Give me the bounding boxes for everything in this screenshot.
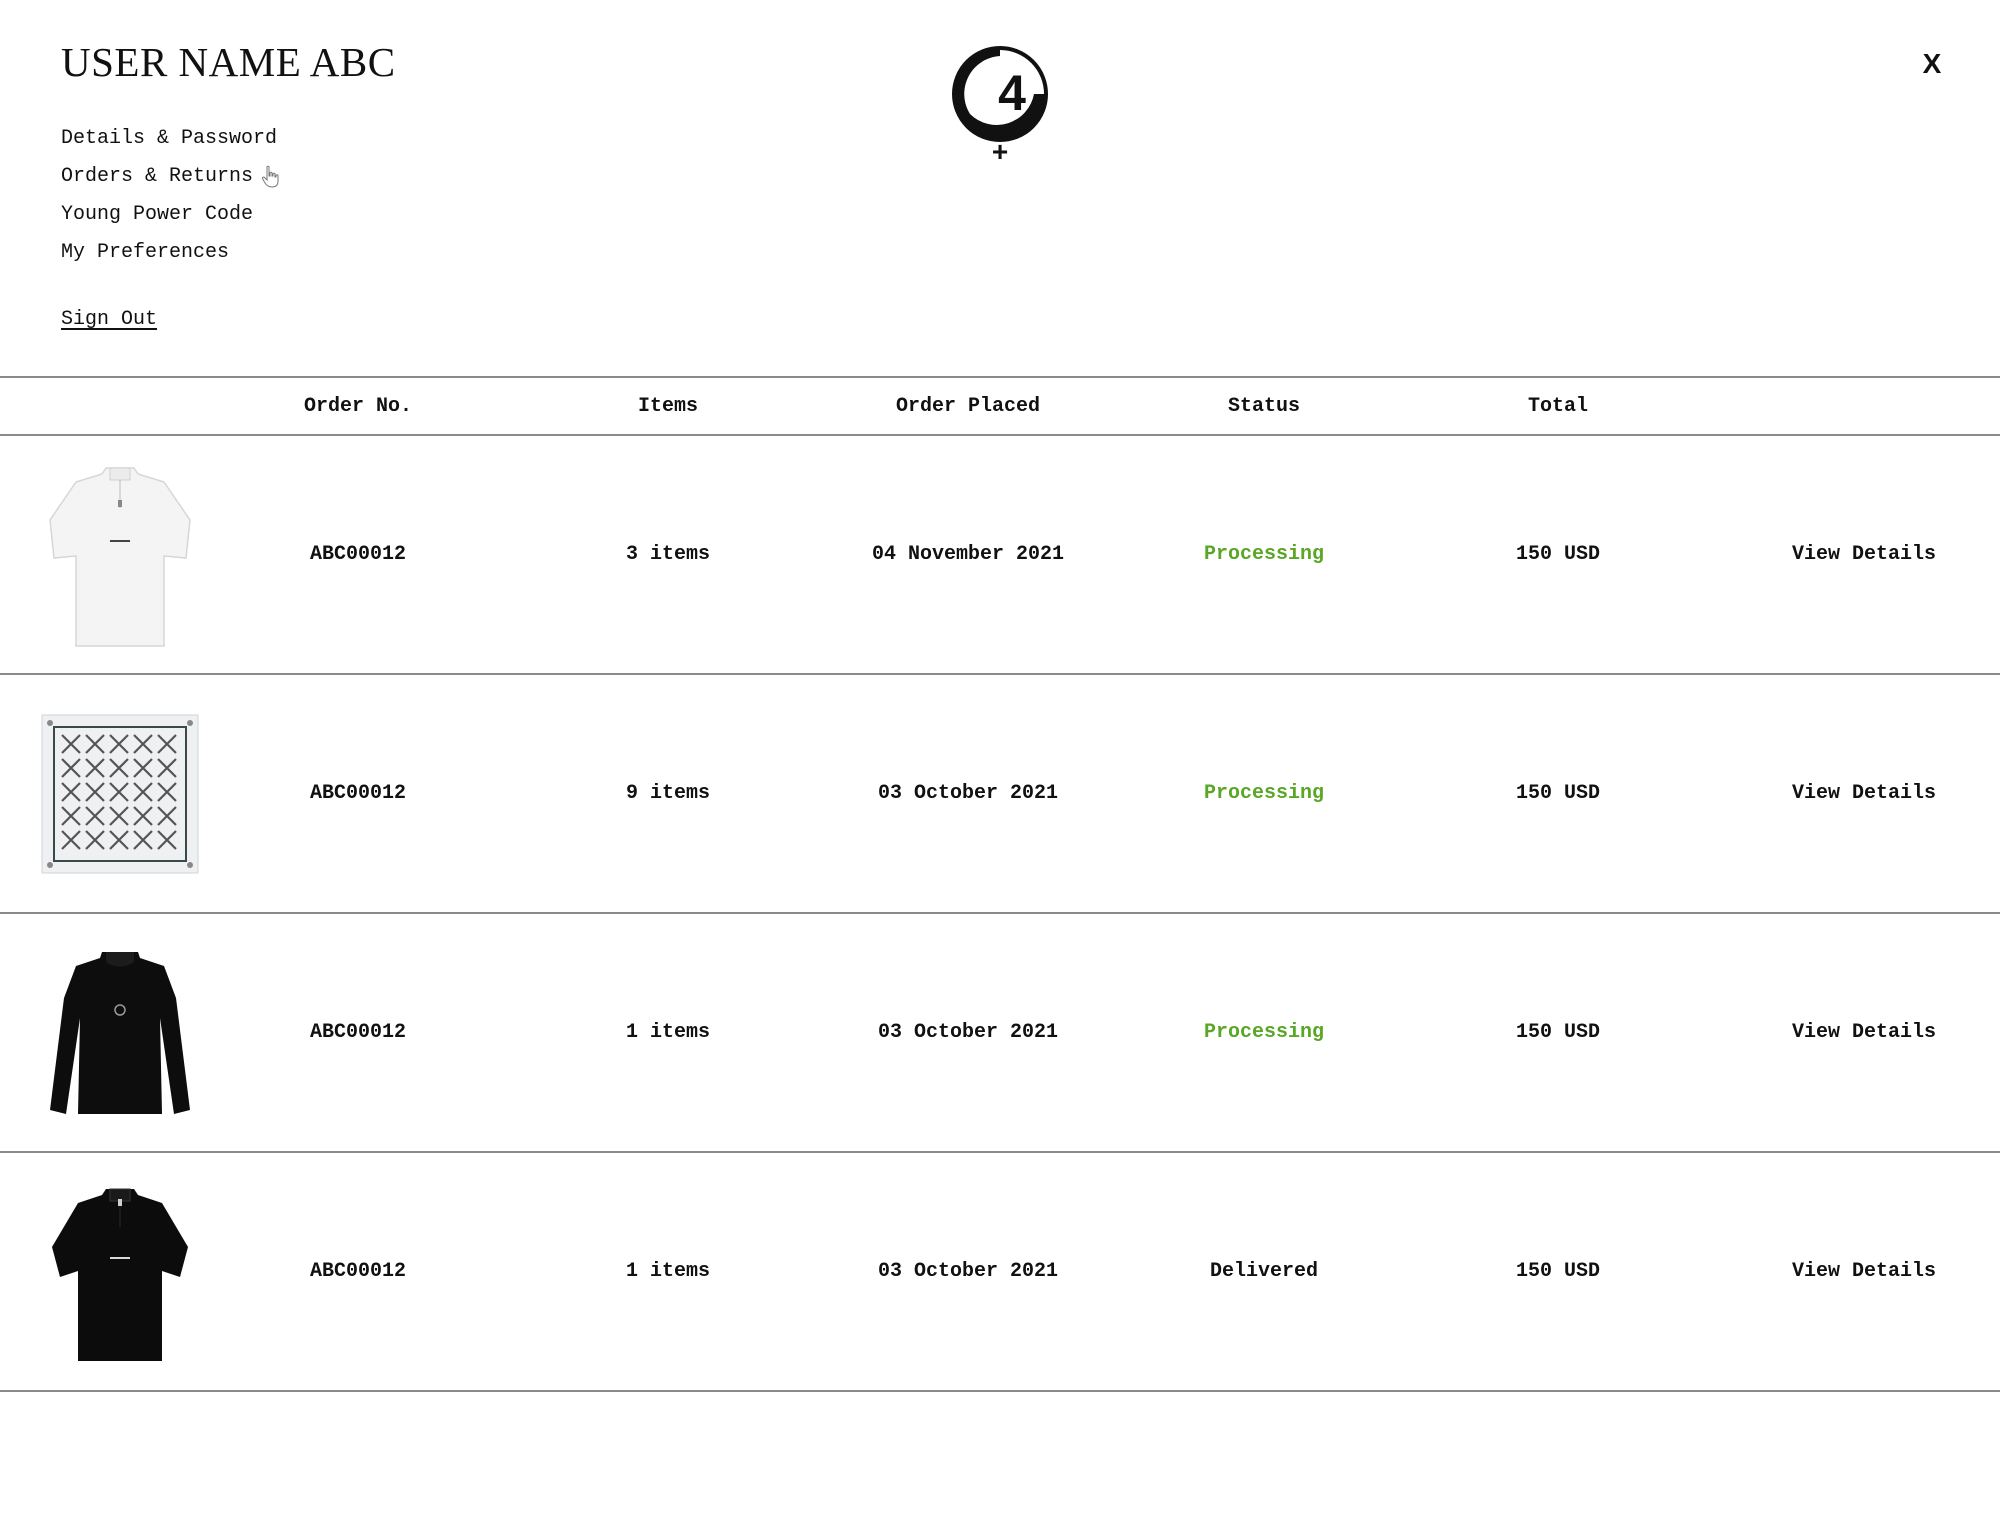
- view-details-link[interactable]: View Details: [1740, 436, 2000, 673]
- menu-item-young-power-code[interactable]: Young Power Code: [61, 196, 281, 234]
- order-total: 150 USD: [1515, 1021, 1600, 1044]
- order-placed-date: 04 November 2021: [871, 543, 1065, 566]
- product-thumbnail[interactable]: [40, 436, 200, 673]
- user-name-heading: USER NAME ABC: [61, 39, 396, 85]
- order-total: 150 USD: [1515, 1260, 1600, 1283]
- order-status: Delivered: [1209, 1260, 1319, 1283]
- header-order-placed: Order Placed: [895, 394, 1041, 418]
- sign-out-link[interactable]: Sign Out: [61, 308, 157, 331]
- logo-plus: +: [992, 136, 1008, 166]
- order-number: ABC00012: [309, 1021, 406, 1044]
- patterned-scarf-image: [41, 714, 199, 873]
- table-row: ABC00012 1 items 03 October 2021 Process…: [0, 914, 2000, 1153]
- order-total: 150 USD: [1515, 543, 1600, 566]
- product-thumbnail[interactable]: [40, 914, 200, 1151]
- orders-table: Order No. Items Order Placed Status Tota…: [0, 376, 2000, 1392]
- view-details-link[interactable]: View Details: [1740, 1153, 2000, 1390]
- view-details-link[interactable]: View Details: [1740, 914, 2000, 1151]
- view-details-link[interactable]: View Details: [1740, 675, 2000, 912]
- table-row: ABC00012 1 items 03 October 2021 Deliver…: [0, 1153, 2000, 1392]
- order-items-count: 9 items: [625, 782, 710, 805]
- brand-logo[interactable]: 4 +: [950, 44, 1050, 166]
- order-items-count: 1 items: [625, 1260, 710, 1283]
- product-thumbnail[interactable]: [40, 675, 200, 912]
- account-menu: Details & Password Orders & Returns Youn…: [61, 120, 281, 272]
- header-total: Total: [1527, 394, 1588, 418]
- table-row: ABC00012 3 items 04 November 2021 Proces…: [0, 436, 2000, 675]
- order-placed-date: 03 October 2021: [877, 782, 1059, 805]
- menu-item-orders-returns[interactable]: Orders & Returns: [61, 158, 281, 196]
- order-number: ABC00012: [309, 543, 406, 566]
- menu-item-orders-returns-label: Orders & Returns: [61, 165, 254, 188]
- table-row: ABC00012 9 items 03 October 2021 Process…: [0, 675, 2000, 914]
- header-status: Status: [1227, 394, 1300, 418]
- menu-item-my-preferences[interactable]: My Preferences: [61, 234, 281, 272]
- order-status: Processing: [1203, 1021, 1325, 1044]
- white-shirt-image: [49, 466, 191, 647]
- header-order-no: Order No.: [303, 394, 413, 418]
- menu-item-details-password[interactable]: Details & Password: [61, 120, 281, 158]
- hand-pointer-icon: [261, 165, 279, 188]
- order-number: ABC00012: [309, 1260, 406, 1283]
- black-shirt-image: [52, 1188, 188, 1361]
- black-longsleeve-image: [50, 951, 190, 1114]
- order-total: 150 USD: [1515, 782, 1600, 805]
- order-placed-date: 03 October 2021: [877, 1260, 1059, 1283]
- product-thumbnail[interactable]: [40, 1153, 200, 1390]
- logo-symbol: 4: [998, 65, 1026, 121]
- order-placed-date: 03 October 2021: [877, 1021, 1059, 1044]
- order-status: Processing: [1203, 543, 1325, 566]
- order-items-count: 3 items: [625, 543, 710, 566]
- order-status: Processing: [1203, 782, 1325, 805]
- order-number: ABC00012: [309, 782, 406, 805]
- close-button[interactable]: X: [1912, 44, 1952, 84]
- table-header: Order No. Items Order Placed Status Tota…: [0, 376, 2000, 436]
- order-items-count: 1 items: [625, 1021, 710, 1044]
- header-items: Items: [637, 394, 698, 418]
